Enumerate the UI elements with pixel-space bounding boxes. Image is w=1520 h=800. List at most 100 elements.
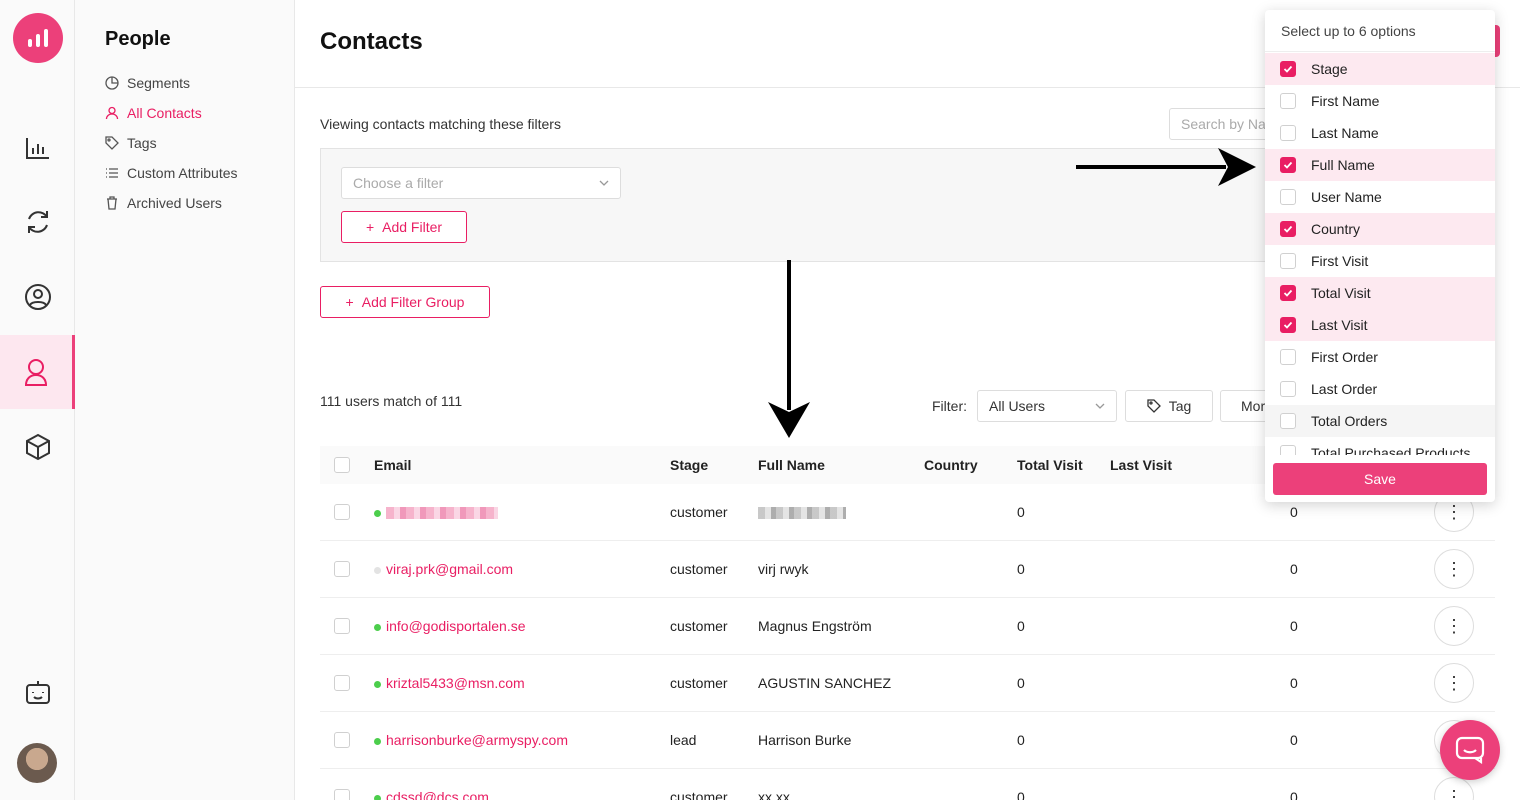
- column-option-label: Last Name: [1311, 125, 1379, 141]
- column-option-checkbox[interactable]: [1280, 317, 1296, 333]
- email-cell: kriztal5433@msn.com: [374, 675, 525, 691]
- sidebar-item-all-contacts[interactable]: All Contacts: [105, 98, 238, 128]
- column-option[interactable]: User Name: [1265, 181, 1495, 213]
- column-header-country[interactable]: Country: [924, 457, 978, 473]
- user-avatar[interactable]: [17, 743, 57, 783]
- row-actions-button[interactable]: ⋮: [1434, 663, 1474, 703]
- check-icon: [1283, 321, 1293, 329]
- column-option[interactable]: Total Visit: [1265, 277, 1495, 309]
- email-link[interactable]: cdssd@dcs.com: [386, 789, 489, 800]
- column-option-checkbox[interactable]: [1280, 381, 1296, 397]
- row-checkbox[interactable]: [334, 504, 350, 520]
- chat-launcher-icon[interactable]: [1440, 720, 1500, 780]
- column-header-last-visit[interactable]: Last Visit: [1110, 457, 1172, 473]
- match-count: 111 users match of 111: [320, 393, 463, 409]
- user-icon: [105, 106, 119, 120]
- row-checkbox[interactable]: [334, 618, 350, 634]
- column-option-checkbox[interactable]: [1280, 61, 1296, 77]
- icon-rail: [0, 0, 75, 800]
- column-options-list[interactable]: Stage First Name Last Name Full Name User Na…: [1265, 53, 1495, 455]
- row-checkbox[interactable]: [334, 789, 350, 800]
- column-option-label: First Order: [1311, 349, 1378, 365]
- column-option[interactable]: Last Visit: [1265, 309, 1495, 341]
- add-filter-group-button[interactable]: + Add Filter Group: [320, 286, 490, 318]
- column-option-checkbox[interactable]: [1280, 445, 1296, 455]
- column-option-label: Last Visit: [1311, 317, 1368, 333]
- chevron-down-icon: [599, 180, 609, 186]
- table-row[interactable]: info@godisportalen.se customer Magnus En…: [320, 598, 1495, 655]
- column-option[interactable]: Total Purchased Products: [1265, 437, 1495, 455]
- column-option[interactable]: Full Name: [1265, 149, 1495, 181]
- column-header-email[interactable]: Email: [374, 457, 411, 473]
- email-link[interactable]: kriztal5433@msn.com: [386, 675, 525, 691]
- box-icon[interactable]: [0, 410, 75, 484]
- table-row[interactable]: cdssd@dcs.com customer xx xx 0 0 ⋮: [320, 769, 1495, 800]
- total-visit-cell: 0: [1017, 675, 1025, 691]
- add-filter-button[interactable]: + Add Filter: [341, 211, 467, 243]
- sidebar-item-tags[interactable]: Tags: [105, 128, 238, 158]
- column-option-checkbox[interactable]: [1280, 125, 1296, 141]
- bot-icon[interactable]: [0, 657, 75, 731]
- column-option-checkbox[interactable]: [1280, 221, 1296, 237]
- column-option-checkbox[interactable]: [1280, 253, 1296, 269]
- table-row[interactable]: kriztal5433@msn.com customer AGUSTIN SAN…: [320, 655, 1495, 712]
- sync-icon[interactable]: [0, 185, 75, 259]
- save-button[interactable]: Save: [1273, 463, 1487, 495]
- column-option-checkbox[interactable]: [1280, 93, 1296, 109]
- filter-select[interactable]: Choose a filter: [341, 167, 621, 199]
- search-input[interactable]: Search by Na: [1169, 108, 1279, 140]
- row-actions-button[interactable]: ⋮: [1434, 777, 1474, 800]
- user-filter-value: All Users: [989, 398, 1046, 414]
- full-name-cell: Harrison Burke: [758, 732, 851, 748]
- table-row[interactable]: harrisonburke@armyspy.com lead Harrison …: [320, 712, 1495, 769]
- full-name-value: Magnus Engström: [758, 618, 872, 634]
- sidebar-nav: Segments All Contacts Tags Custom Attrib…: [105, 68, 238, 218]
- email-link[interactable]: viraj.prk@gmail.com: [386, 561, 513, 577]
- select-all-checkbox[interactable]: [334, 457, 350, 473]
- plus-icon: +: [365, 219, 375, 235]
- column-header-full-name[interactable]: Full Name: [758, 457, 825, 473]
- column-option[interactable]: Country: [1265, 213, 1495, 245]
- row-checkbox[interactable]: [334, 675, 350, 691]
- row-actions-button[interactable]: ⋮: [1434, 606, 1474, 646]
- column-option[interactable]: First Visit: [1265, 245, 1495, 277]
- people-icon[interactable]: [0, 335, 75, 409]
- analytics-icon[interactable]: [0, 111, 75, 185]
- email-link[interactable]: info@godisportalen.se: [386, 618, 526, 634]
- tag-icon: [1147, 399, 1161, 413]
- column-option[interactable]: Last Order: [1265, 373, 1495, 405]
- table-row[interactable]: viraj.prk@gmail.com customer virj rwyk 0…: [320, 541, 1495, 598]
- user-filter-select[interactable]: All Users: [977, 390, 1117, 422]
- column-option-checkbox[interactable]: [1280, 349, 1296, 365]
- row-actions-button[interactable]: ⋮: [1434, 549, 1474, 589]
- sidebar-item-segments[interactable]: Segments: [105, 68, 238, 98]
- sidebar-item-archived-users[interactable]: Archived Users: [105, 188, 238, 218]
- column-option[interactable]: First Name: [1265, 85, 1495, 117]
- column-header-stage[interactable]: Stage: [670, 457, 708, 473]
- user-circle-icon[interactable]: [0, 260, 75, 334]
- check-icon: [1283, 65, 1293, 73]
- column-option-checkbox[interactable]: [1280, 189, 1296, 205]
- sidebar-item-custom-attributes[interactable]: Custom Attributes: [105, 158, 238, 188]
- row-checkbox[interactable]: [334, 561, 350, 577]
- stage-cell: lead: [670, 732, 697, 748]
- column-option-checkbox[interactable]: [1280, 285, 1296, 301]
- email-link[interactable]: harrisonburke@armyspy.com: [386, 732, 568, 748]
- column-header-total-visit[interactable]: Total Visit: [1017, 457, 1083, 473]
- full-name-value: AGUSTIN SANCHEZ: [758, 675, 892, 691]
- sidebar-item-label: Segments: [127, 75, 191, 91]
- sidebar-title: People: [105, 28, 171, 50]
- column-option-checkbox[interactable]: [1280, 413, 1296, 429]
- column-option[interactable]: Last Name: [1265, 117, 1495, 149]
- email-cell: cdssd@dcs.com: [374, 789, 489, 800]
- sidebar-item-label: All Contacts: [127, 105, 202, 121]
- column-option-label: Total Orders: [1311, 413, 1388, 429]
- app-logo-icon[interactable]: [13, 13, 63, 63]
- column-option[interactable]: Stage: [1265, 53, 1495, 85]
- tag-button[interactable]: Tag: [1125, 390, 1213, 422]
- column-option-checkbox[interactable]: [1280, 157, 1296, 173]
- row-checkbox[interactable]: [334, 732, 350, 748]
- column-option[interactable]: First Order: [1265, 341, 1495, 373]
- stage-cell: customer: [670, 561, 728, 577]
- column-option[interactable]: Total Orders: [1265, 405, 1495, 437]
